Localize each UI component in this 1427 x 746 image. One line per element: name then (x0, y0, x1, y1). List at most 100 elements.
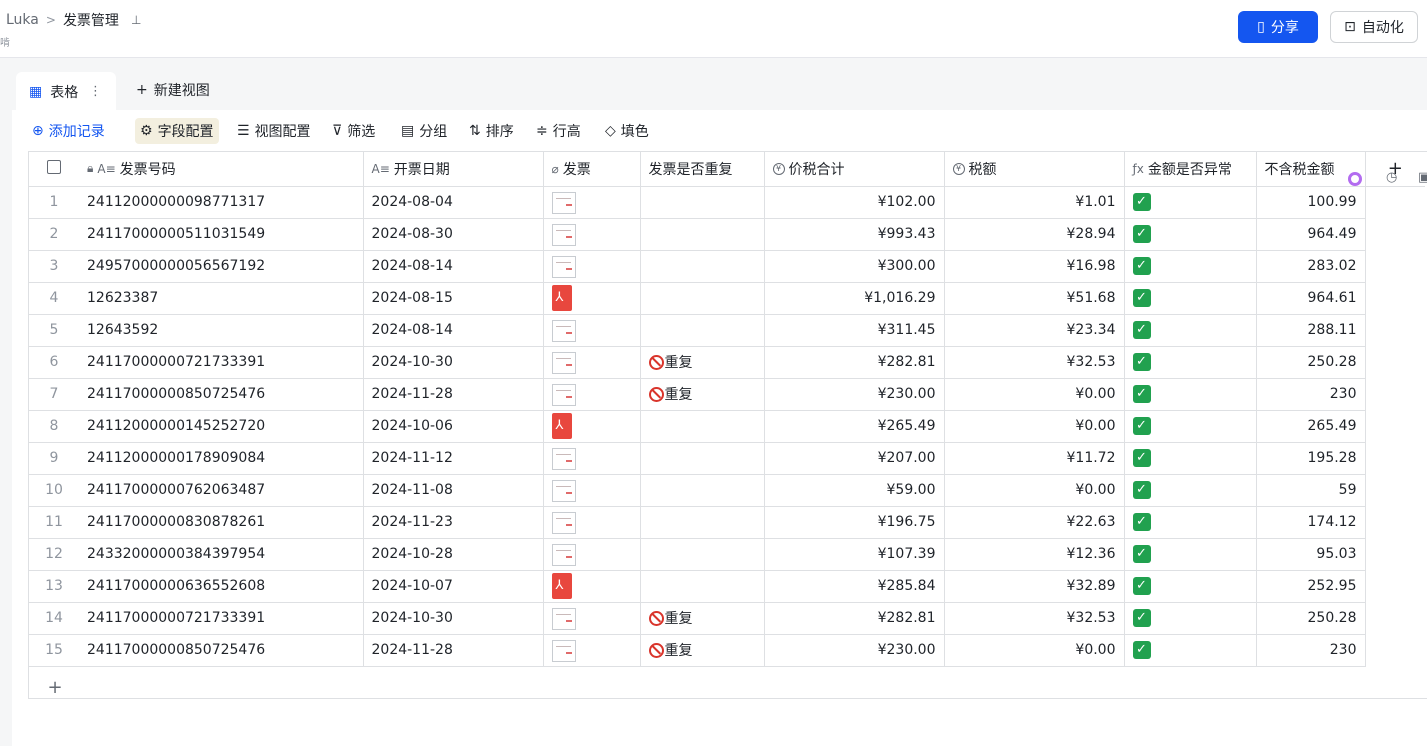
view-config-button[interactable]: ☰ 视图配置 (232, 118, 316, 144)
cell-tax[interactable]: ¥0.00 (944, 410, 1125, 443)
table-row[interactable]: 6 24117000000721733391 2024-10-30 重复 ¥282.81… (29, 346, 1425, 379)
cell-duplicate[interactable] (640, 474, 765, 507)
row-height-button[interactable]: ≑ 行高 (531, 118, 586, 144)
cell-net[interactable]: 230 (1256, 634, 1366, 667)
cell-date[interactable]: 2024-11-28 (363, 378, 544, 411)
breadcrumb-root[interactable]: Luka (6, 12, 39, 28)
col-header-abnormal[interactable]: ƒx 金额是否异常 (1124, 152, 1257, 187)
cell-invoice-no[interactable]: 24117000000636552608 (79, 570, 364, 603)
add-record-button[interactable]: ⊕ 添加记录 (27, 118, 110, 144)
new-view-button[interactable]: + 新建视图 (136, 80, 210, 100)
cell-abnormal[interactable]: ✓ (1124, 378, 1257, 411)
cell-tax[interactable]: ¥0.00 (944, 474, 1125, 507)
col-header-net[interactable]: 不含税金额 (1256, 152, 1366, 187)
cell-total[interactable]: ¥311.45 (764, 314, 945, 347)
table-row[interactable]: 12 24332000000384397954 2024-10-28 ¥107.39 ¥… (29, 538, 1425, 571)
cell-total[interactable]: ¥102.00 (764, 186, 945, 219)
cell-total[interactable]: ¥1,016.29 (764, 282, 945, 315)
invoice-thumbnail[interactable] (551, 479, 576, 502)
invoice-thumbnail[interactable] (551, 383, 576, 406)
cell-total[interactable]: ¥282.81 (764, 346, 945, 379)
cell-invoice-file[interactable] (543, 314, 641, 347)
cell-abnormal[interactable]: ✓ (1124, 506, 1257, 539)
pdf-file-icon[interactable] (551, 285, 572, 311)
table-row[interactable]: 3 24957000000056567192 2024-08-14 ¥300.00 ¥1… (29, 250, 1425, 283)
filter-button[interactable]: ⊽ 筛选 (327, 118, 380, 144)
share-button[interactable]: ▯ 分享 (1238, 11, 1318, 43)
invoice-thumbnail[interactable] (551, 255, 576, 278)
cell-invoice-file[interactable] (543, 442, 641, 475)
cell-duplicate[interactable] (640, 506, 765, 539)
cell-invoice-file[interactable] (543, 634, 641, 667)
cell-date[interactable]: 2024-08-14 (363, 314, 544, 347)
cell-net[interactable]: 100.99 (1256, 186, 1366, 219)
col-header-tax[interactable]: ¥ 税额 (944, 152, 1125, 187)
cell-total[interactable]: ¥300.00 (764, 250, 945, 283)
cell-invoice-no[interactable]: 24957000000056567192 (79, 250, 364, 283)
invoice-thumbnail[interactable] (551, 639, 576, 662)
cell-duplicate[interactable] (640, 186, 765, 219)
cell-invoice-file[interactable] (543, 506, 641, 539)
invoice-thumbnail[interactable] (551, 543, 576, 566)
cell-duplicate[interactable] (640, 282, 765, 315)
pdf-file-icon[interactable] (551, 573, 572, 599)
cell-invoice-file[interactable] (543, 474, 641, 507)
cell-invoice-no[interactable]: 24117000000511031549 (79, 218, 364, 251)
cell-tax[interactable]: ¥0.00 (944, 634, 1125, 667)
cell-tax[interactable]: ¥1.01 (944, 186, 1125, 219)
cell-invoice-no[interactable]: 24117000000850725476 (79, 378, 364, 411)
cell-tax[interactable]: ¥32.89 (944, 570, 1125, 603)
tab-table-view[interactable]: ▦ 表格 ⋮ (16, 72, 116, 112)
cell-duplicate[interactable] (640, 538, 765, 571)
cell-duplicate[interactable] (640, 410, 765, 443)
add-row-button[interactable]: + (45, 678, 65, 698)
table-row[interactable]: 4126233872024-08-15 ¥1,016.29¥51.68 ✓ 964.6… (29, 282, 1425, 315)
cell-tax[interactable]: ¥22.63 (944, 506, 1125, 539)
cell-net[interactable]: 250.28 (1256, 602, 1366, 635)
cell-total[interactable]: ¥230.00 (764, 378, 945, 411)
table-row[interactable]: 14 24117000000721733391 2024-10-30 重复 ¥282.8… (29, 602, 1425, 635)
cell-invoice-no[interactable]: 24117000000721733391 (79, 602, 364, 635)
cell-invoice-no[interactable]: 24117000000721733391 (79, 346, 364, 379)
cell-invoice-no[interactable]: 24112000000178909084 (79, 442, 364, 475)
cell-duplicate[interactable]: 重复 (640, 602, 765, 635)
table-row[interactable]: 2 24117000000511031549 2024-08-30 ¥993.43 ¥2… (29, 218, 1425, 251)
cell-abnormal[interactable]: ✓ (1124, 186, 1257, 219)
cell-duplicate[interactable]: 重复 (640, 634, 765, 667)
cell-total[interactable]: ¥282.81 (764, 602, 945, 635)
cell-total[interactable]: ¥207.00 (764, 442, 945, 475)
pdf-file-icon[interactable] (551, 413, 572, 439)
cell-total[interactable]: ¥107.39 (764, 538, 945, 571)
cell-tax[interactable]: ¥11.72 (944, 442, 1125, 475)
cell-net[interactable]: 964.49 (1256, 218, 1366, 251)
cell-duplicate[interactable]: 重复 (640, 378, 765, 411)
cell-invoice-file[interactable] (543, 538, 641, 571)
cell-tax[interactable]: ¥28.94 (944, 218, 1125, 251)
cell-total[interactable]: ¥196.75 (764, 506, 945, 539)
table-row[interactable]: 5 12643592 2024-08-14 ¥311.45 ¥23.34 ✓ 288.11 (29, 314, 1425, 347)
col-header-invoice[interactable]: ⌀ 发票 (543, 152, 641, 187)
cell-duplicate[interactable] (640, 314, 765, 347)
cell-date[interactable]: 2024-10-07 (363, 570, 544, 603)
cell-invoice-no[interactable]: 24112000000098771317 (79, 186, 364, 219)
cell-net[interactable]: 964.61 (1256, 282, 1366, 315)
table-row[interactable]: 13241170000006365526082024-10-07 ¥285.84¥… (29, 570, 1425, 603)
cell-total[interactable]: ¥285.84 (764, 570, 945, 603)
cell-invoice-file[interactable] (543, 410, 641, 443)
cell-invoice-no[interactable]: 24332000000384397954 (79, 538, 364, 571)
cell-total[interactable]: ¥230.00 (764, 634, 945, 667)
cell-invoice-no[interactable]: 24112000000145252720 (79, 410, 364, 443)
cell-net[interactable]: 195.28 (1256, 442, 1366, 475)
cell-tax[interactable]: ¥23.34 (944, 314, 1125, 347)
table-row[interactable]: 8241120000001452527202024-10-06 ¥265.49¥0… (29, 410, 1425, 443)
cell-date[interactable]: 2024-10-30 (363, 346, 544, 379)
invoice-thumbnail[interactable] (551, 191, 576, 214)
cell-tax[interactable]: ¥0.00 (944, 378, 1125, 411)
cell-date[interactable]: 2024-08-14 (363, 250, 544, 283)
cell-invoice-file[interactable] (543, 250, 641, 283)
cell-date[interactable]: 2024-08-04 (363, 186, 544, 219)
table-row[interactable]: 9 24112000000178909084 2024-11-12 ¥207.00 ¥1… (29, 442, 1425, 475)
cell-abnormal[interactable]: ✓ (1124, 410, 1257, 443)
col-header-total[interactable]: ¥ 价税合计 (764, 152, 945, 187)
cell-duplicate[interactable]: 重复 (640, 346, 765, 379)
